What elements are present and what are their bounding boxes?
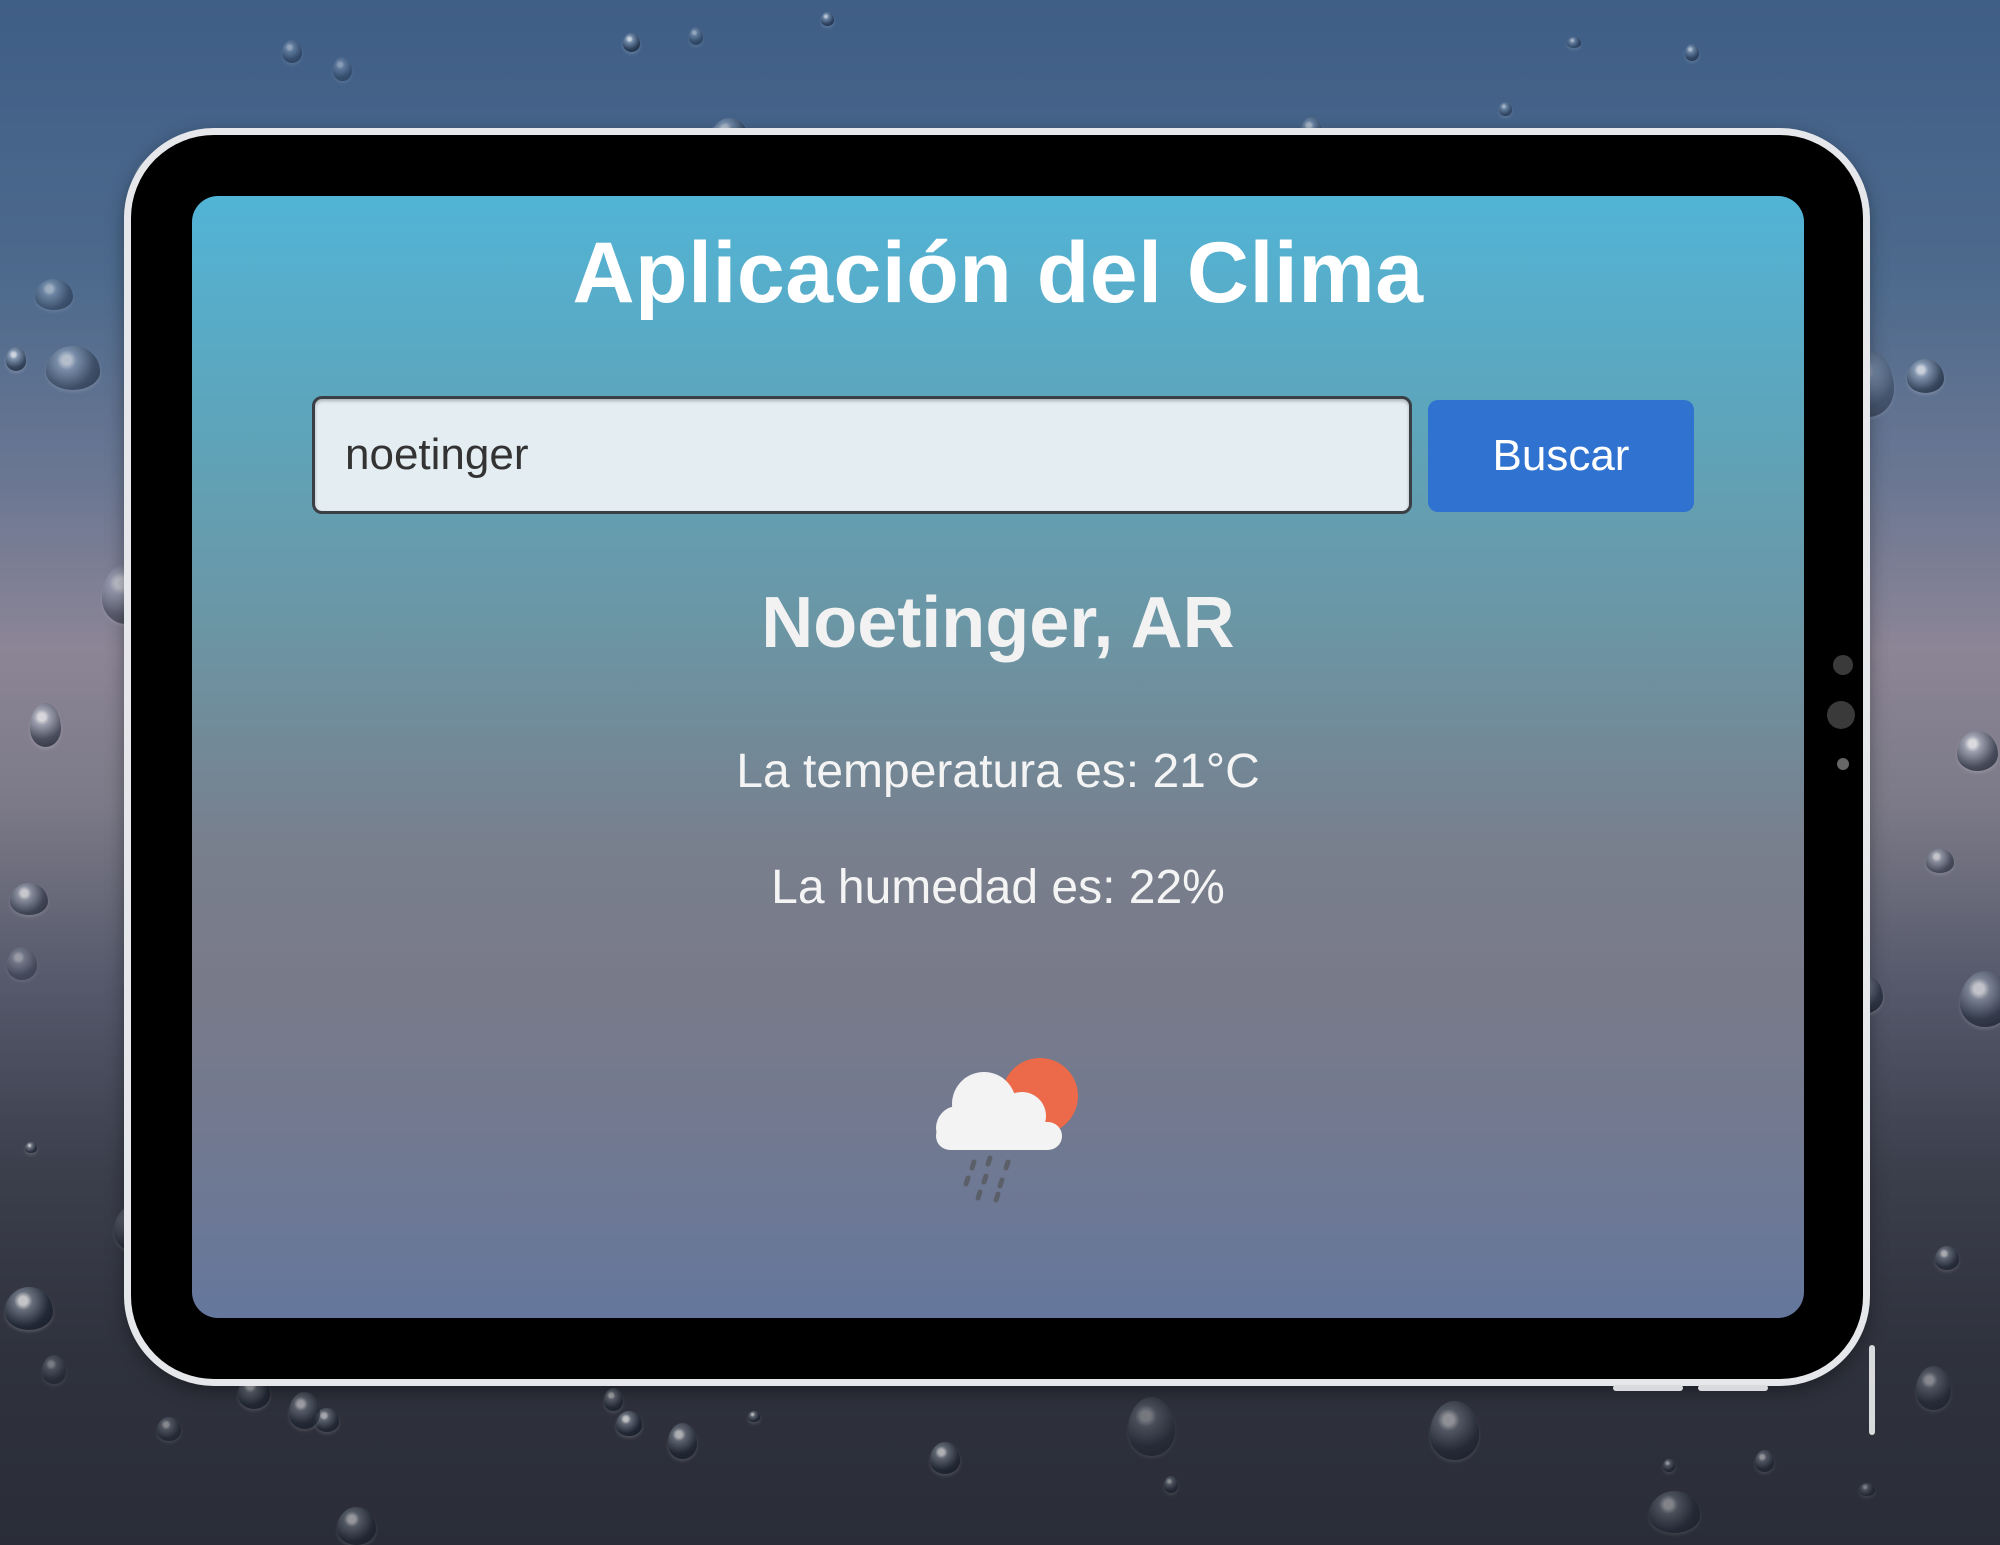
raindrop — [333, 57, 352, 82]
raindrop — [1128, 1397, 1176, 1456]
raindrop — [1935, 1246, 1960, 1271]
raindrop — [1926, 849, 1955, 873]
raindrop — [35, 279, 74, 310]
raindrop — [623, 33, 641, 53]
raindrop — [1957, 731, 1999, 771]
search-button[interactable]: Buscar — [1428, 400, 1694, 512]
raindrop — [337, 1507, 376, 1545]
raindrop — [1164, 1476, 1179, 1494]
location-name: Noetinger, AR — [761, 583, 1235, 663]
bottom-button-right — [1698, 1385, 1768, 1391]
raindrop — [1685, 44, 1699, 62]
camera-dot-top — [1833, 655, 1853, 675]
camera-lens — [1827, 701, 1855, 729]
weather-app-screen: Aplicación del Clima Buscar Noetinger, A… — [192, 196, 1804, 1318]
raindrop — [6, 347, 27, 371]
raindrop — [1663, 1459, 1675, 1473]
cloud-sun-rain-icon — [936, 1058, 1078, 1203]
bottom-button-left — [1613, 1385, 1683, 1391]
temperature-text: La temperatura es: 21°C — [736, 745, 1260, 798]
raindrop — [46, 346, 100, 390]
raindrop — [42, 1355, 66, 1384]
raindrop — [604, 1388, 623, 1412]
raindrop — [668, 1423, 697, 1459]
raindrop — [1499, 102, 1512, 116]
raindrop — [10, 883, 49, 916]
rain-drops — [963, 1155, 1011, 1203]
raindrop — [289, 1392, 321, 1429]
raindrop — [930, 1442, 961, 1474]
raindrop — [25, 1142, 38, 1153]
raindrop — [157, 1417, 182, 1442]
raindrop — [1907, 359, 1945, 393]
app-title: Aplicación del Clima — [572, 225, 1424, 321]
raindrop — [1755, 1450, 1774, 1472]
raindrop — [1916, 1366, 1951, 1410]
side-button — [1869, 1345, 1875, 1435]
raindrop — [616, 1411, 642, 1436]
raindrop — [689, 27, 704, 46]
raindrop — [748, 1411, 760, 1422]
raindrop — [1430, 1401, 1479, 1460]
raindrop — [30, 703, 62, 747]
camera-sensor — [1837, 758, 1849, 770]
raindrop — [1567, 37, 1581, 49]
raindrop — [1960, 971, 2000, 1028]
raindrop — [5, 1287, 54, 1331]
raindrop — [282, 40, 302, 64]
raindrop — [1649, 1491, 1700, 1533]
raindrop — [7, 947, 38, 980]
raindrop — [821, 12, 835, 27]
raindrop — [1859, 1483, 1876, 1497]
city-search-input[interactable] — [312, 396, 1412, 514]
humidity-text: La humedad es: 22% — [771, 861, 1225, 914]
